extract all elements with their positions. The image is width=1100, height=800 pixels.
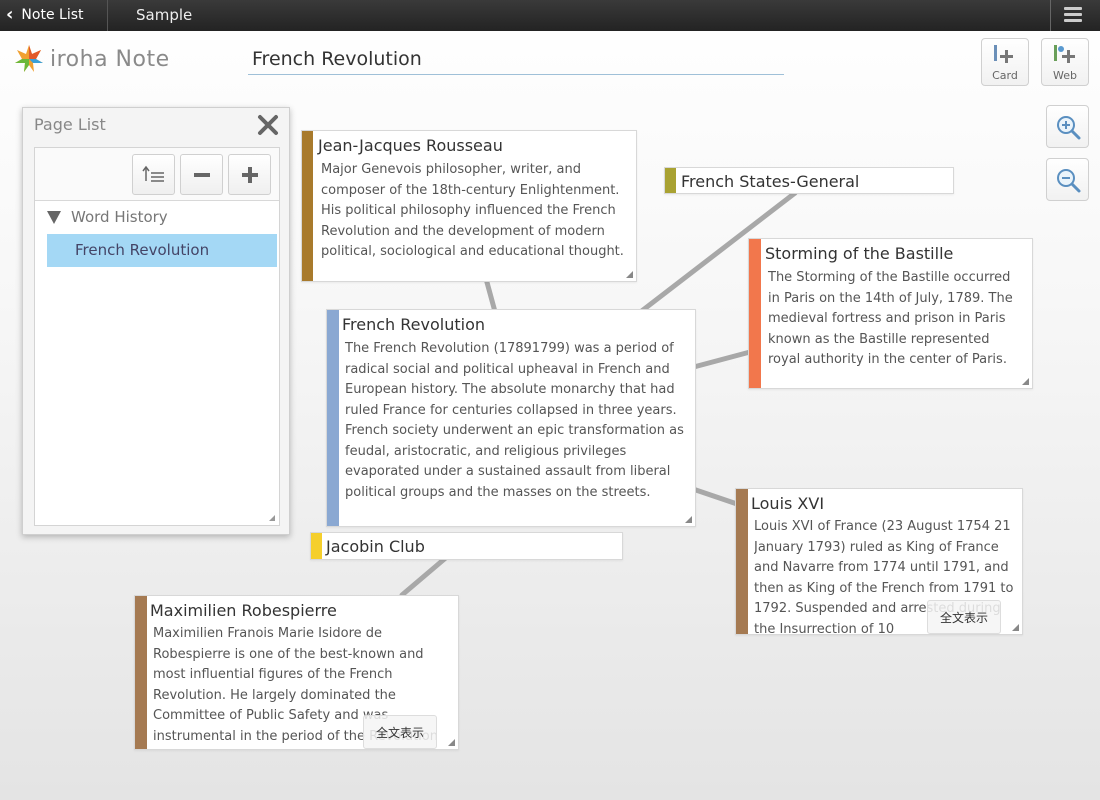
add-page-button[interactable] xyxy=(228,154,271,195)
page-list-toolbar xyxy=(35,148,279,201)
resize-handle[interactable] xyxy=(448,739,455,746)
card-color-bar xyxy=(311,533,322,559)
sort-pages-button[interactable] xyxy=(132,154,175,195)
card-french-revolution[interactable]: French Revolution The French Revolution … xyxy=(326,309,696,527)
card-body: Major Genevois philosopher, writer, and … xyxy=(321,162,624,259)
card-body: The Storming of the Bastille occurred in… xyxy=(768,270,1013,367)
card-jacobin-club[interactable]: Jacobin Club xyxy=(310,532,623,560)
resize-handle[interactable] xyxy=(269,515,275,521)
resize-handle[interactable] xyxy=(626,271,633,278)
card-title: French Revolution xyxy=(342,315,486,334)
card-title: Maximilien Robespierre xyxy=(150,601,337,620)
resize-handle[interactable] xyxy=(685,516,692,523)
card-title: French States-General xyxy=(681,172,860,191)
card-louis-xvi[interactable]: Louis XVI Louis XVI of France (23 August… xyxy=(735,488,1023,635)
card-color-bar xyxy=(665,168,676,193)
connection-line xyxy=(687,485,743,508)
card-color-bar xyxy=(736,489,748,634)
show-full-text-button[interactable]: 全文表示 xyxy=(927,600,1001,634)
card-bastille[interactable]: Storming of the Bastille The Storming of… xyxy=(748,238,1033,389)
card-title: Louis XVI xyxy=(751,494,825,513)
resize-handle[interactable] xyxy=(1012,624,1019,631)
card-states-general[interactable]: French States-General xyxy=(664,167,954,194)
card-body: The French Revolution (17891799) was a p… xyxy=(345,341,684,500)
tree-item-french-revolution[interactable]: French Revolution xyxy=(47,234,277,267)
card-title: Jean-Jacques Rousseau xyxy=(318,136,503,155)
plus-icon xyxy=(241,166,258,183)
card-robespierre[interactable]: Maximilien Robespierre Maximilien Franoi… xyxy=(134,595,459,750)
page-list-content: Word History French Revolution xyxy=(34,147,280,526)
card-color-bar xyxy=(135,596,147,749)
card-title: Storming of the Bastille xyxy=(765,244,954,263)
card-color-bar xyxy=(749,239,761,388)
expand-triangle-icon xyxy=(47,210,61,224)
tree-folder-word-history[interactable]: Word History xyxy=(47,208,168,226)
card-color-bar xyxy=(327,310,339,526)
card-color-bar xyxy=(302,131,313,281)
close-icon[interactable] xyxy=(256,113,280,137)
resize-handle[interactable] xyxy=(1022,378,1029,385)
remove-page-button[interactable] xyxy=(180,154,223,195)
page-list-panel: Page List Word History French Revolution xyxy=(22,107,290,535)
show-full-text-button[interactable]: 全文表示 xyxy=(363,715,437,749)
panel-title: Page List xyxy=(34,115,106,134)
card-title: Jacobin Club xyxy=(326,537,425,556)
card-rousseau[interactable]: Jean-Jacques Rousseau Major Genevois phi… xyxy=(301,130,637,282)
minus-icon xyxy=(193,172,210,177)
connection-line xyxy=(687,349,753,371)
tree-folder-label: Word History xyxy=(71,208,168,226)
sort-icon xyxy=(141,165,164,182)
